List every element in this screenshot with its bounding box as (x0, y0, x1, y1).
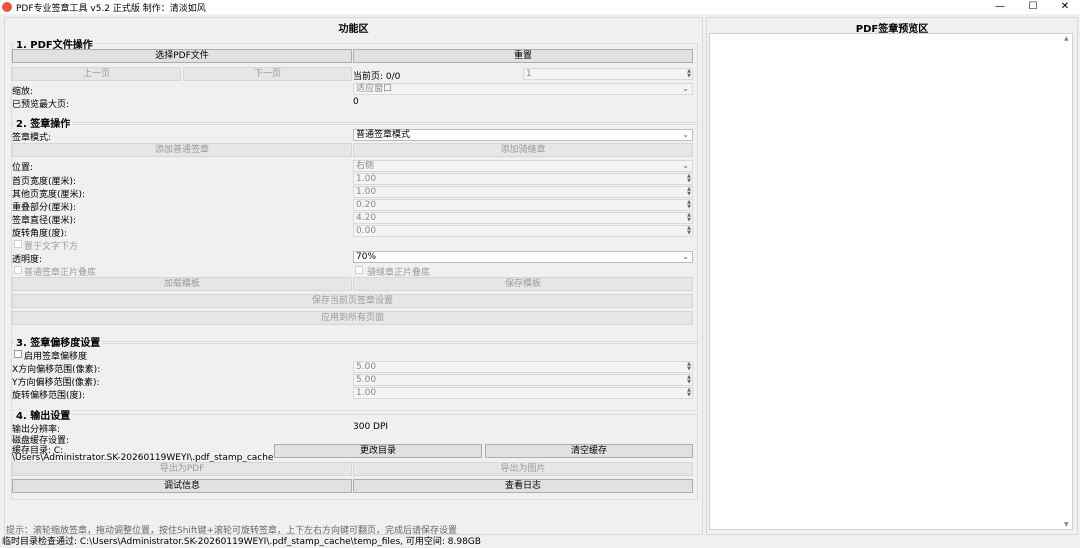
opacity-dropdown[interactable]: 70% ⌄ (353, 251, 693, 263)
change-directory-button[interactable]: 更改目录 (274, 444, 482, 458)
under-text-checkbox[interactable] (14, 240, 22, 248)
y-offset-value: 5.00 (356, 375, 377, 385)
chevron-down-icon: ⌄ (682, 161, 689, 170)
dpi-value: 300 DPI (353, 422, 389, 432)
apply-all-pages-button[interactable]: 应用到所有页面 (12, 311, 693, 325)
chevron-down-icon: ⌄ (682, 252, 689, 261)
overlap-label: 重叠部分(厘米): (12, 203, 77, 213)
rotation-offset-value: 1.00 (356, 388, 377, 398)
diameter-value: 4.20 (356, 213, 377, 223)
opacity-label: 透明度: (12, 255, 43, 265)
seam-stack-checkbox[interactable] (355, 266, 363, 274)
page-spinbox[interactable]: 1 ▲ ▼ (523, 68, 693, 80)
other-width-value: 1.00 (356, 187, 377, 197)
maximize-icon[interactable]: ☐ (1018, 0, 1048, 14)
app-logo-icon (2, 2, 12, 12)
scroll-up-icon[interactable]: ▲ (1064, 35, 1069, 42)
scroll-down-icon[interactable]: ▼ (1064, 521, 1069, 528)
y-offset-spinbox[interactable]: 5.00 ▲ ▼ (353, 374, 693, 386)
other-width-spinbox[interactable]: 1.00 ▲ ▼ (353, 186, 693, 198)
other-width-label: 其他页宽度(厘米): (12, 190, 86, 200)
overlap-spinbox[interactable]: 0.20 ▲ ▼ (353, 199, 693, 211)
chevron-down-icon: ⌄ (682, 130, 689, 139)
y-offset-label: Y方向偏移范围(像素): (12, 378, 100, 388)
export-pdf-button[interactable]: 导出为PDF (12, 462, 352, 476)
spin-arrows-icon[interactable]: ▲ ▼ (687, 187, 691, 197)
rotation-spinbox[interactable]: 0.00 ▲ ▼ (353, 225, 693, 237)
minimize-icon[interactable]: — (985, 0, 1015, 14)
next-page-button[interactable]: 下一页 (183, 67, 352, 81)
status-bar: 临时目录检查通过: C:\Users\Administrator.SK-2026… (2, 537, 481, 547)
first-width-spinbox[interactable]: 1.00 ▲ ▼ (353, 173, 693, 185)
title-bar: PDF专业签章工具 v5.2 正式版 制作：清淡如风 — ☐ ✕ (0, 0, 1080, 14)
spin-arrows-icon[interactable]: ▲ ▼ (687, 375, 691, 385)
page-value: 1 (526, 69, 532, 79)
spin-arrows-icon[interactable]: ▲ ▼ (687, 213, 691, 223)
zoom-value: 适应窗口 (356, 84, 393, 94)
view-log-button[interactable]: 查看日志 (353, 479, 693, 493)
zoom-dropdown[interactable]: 适应窗口 ⌄ (353, 83, 693, 95)
export-image-button[interactable]: 导出为图片 (353, 462, 693, 476)
window-title: PDF专业签章工具 v5.2 正式版 制作：清淡如风 (16, 4, 206, 14)
section-title: 2. 签章操作 (14, 115, 73, 130)
prev-page-button[interactable]: 上一页 (12, 67, 181, 81)
debug-info-button[interactable]: 调试信息 (12, 479, 352, 493)
spin-arrows-icon[interactable]: ▲ ▼ (687, 388, 691, 398)
rotation-offset-spinbox[interactable]: 1.00 ▲ ▼ (353, 387, 693, 399)
save-template-button[interactable]: 保存模板 (353, 277, 693, 291)
enable-offset-label: 启用签章偏移度 (24, 352, 88, 362)
stamp-mode-dropdown[interactable]: 普通签章模式 ⌄ (353, 129, 693, 141)
stamp-mode-value: 普通签章模式 (356, 130, 411, 140)
offset-section: 3. 签章偏移度设置 启用签章偏移度 X方向偏移范围(像素): 5.00 ▲ ▼ … (11, 334, 698, 411)
stamp-mode-label: 签章模式: (12, 133, 52, 143)
reset-button[interactable]: 重置 (353, 49, 693, 63)
rotation-offset-label: 旋转偏移范围(度): (12, 391, 86, 401)
spin-arrows-icon[interactable]: ▲ ▼ (687, 226, 691, 236)
enable-offset-checkbox[interactable] (14, 350, 22, 358)
rotation-label: 旋转角度(度): (12, 229, 68, 239)
max-page-value: 0 (353, 97, 359, 107)
under-text-label: 置于文字下方 (24, 242, 79, 252)
chevron-down-icon: ⌄ (682, 84, 689, 93)
add-normal-stamp-button[interactable]: 添加普通签章 (12, 143, 352, 157)
clear-cache-button[interactable]: 清空缓存 (485, 444, 693, 458)
zoom-label: 缩放: (12, 87, 34, 97)
current-page-label: 当前页: 0/0 (353, 72, 401, 82)
hint-text: 提示：滚轮缩放签章，拖动调整位置，按住Shift键+滚轮可旋转签章，上下左右方向… (6, 526, 458, 536)
section-title: 3. 签章偏移度设置 (14, 334, 103, 349)
overlap-value: 0.20 (356, 200, 377, 210)
x-offset-value: 5.00 (356, 362, 377, 372)
first-width-label: 首页宽度(厘米): (12, 177, 77, 187)
spin-arrows-icon[interactable]: ▲ ▼ (687, 362, 691, 372)
max-page-label: 已预览最大页: (12, 100, 70, 110)
opacity-value: 70% (356, 252, 377, 262)
save-page-settings-button[interactable]: 保存当前页签章设置 (12, 294, 693, 308)
x-offset-label: X方向偏移范围(像素): (12, 365, 101, 375)
select-pdf-button[interactable]: 选择PDF文件 (12, 49, 352, 63)
x-offset-spinbox[interactable]: 5.00 ▲ ▼ (353, 361, 693, 373)
pdf-preview-canvas[interactable]: ▲ ▼ (709, 33, 1073, 530)
position-value: 右侧 (356, 161, 375, 171)
spin-arrows-icon[interactable]: ▲ ▼ (687, 69, 691, 79)
add-seam-stamp-button[interactable]: 添加骑缝章 (353, 143, 693, 157)
diameter-spinbox[interactable]: 4.20 ▲ ▼ (353, 212, 693, 224)
section-title: 4. 输出设置 (14, 407, 73, 422)
rotation-value: 0.00 (356, 226, 377, 236)
output-section: 4. 输出设置 输出分辨率: 300 DPI 磁盘缓存设置: 缓存目录: C: … (11, 407, 698, 500)
function-panel-title: 功能区 (338, 24, 369, 35)
stamp-section: 2. 签章操作 签章模式: 普通签章模式 ⌄ 添加普通签章 添加骑缝章 位置: … (11, 115, 698, 344)
position-label: 位置: (12, 163, 34, 173)
close-icon[interactable]: ✕ (1050, 0, 1080, 14)
spin-arrows-icon[interactable]: ▲ ▼ (687, 174, 691, 184)
pdf-file-section: 1. PDF文件操作 选择PDF文件 重置 上一页 下一页 当前页: 0/0 1… (11, 36, 698, 125)
preview-scrollbar[interactable]: ▲ ▼ (1063, 34, 1072, 529)
preview-panel: PDF签章预览区 ▲ ▼ (706, 17, 1078, 535)
diameter-label: 签章直径(厘米): (12, 216, 77, 226)
load-template-button[interactable]: 加载模板 (12, 277, 352, 291)
position-dropdown[interactable]: 右侧 ⌄ (353, 160, 693, 172)
normal-stack-checkbox[interactable] (14, 266, 22, 274)
function-panel: 功能区 1. PDF文件操作 选择PDF文件 重置 上一页 下一页 当前页: 0… (4, 17, 703, 535)
spin-arrows-icon[interactable]: ▲ ▼ (687, 200, 691, 210)
first-width-value: 1.00 (356, 174, 377, 184)
